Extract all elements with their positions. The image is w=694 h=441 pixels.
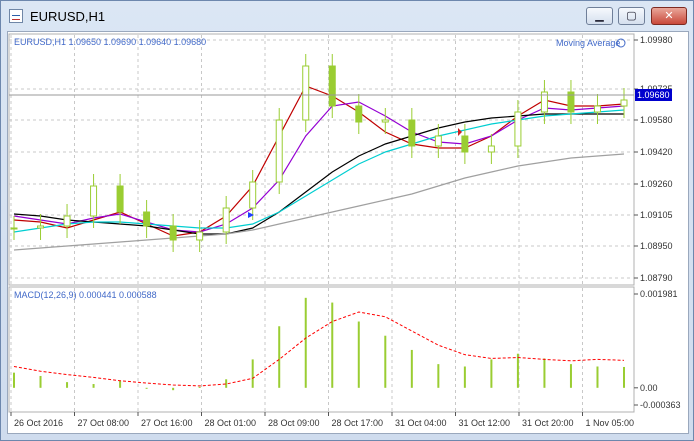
macd-tick-label: -0.000363 (640, 400, 681, 410)
macd-histogram-bar (278, 326, 281, 388)
price-tick-label: 1.08790 (640, 273, 673, 283)
time-axis-label: 27 Oct 16:00 (141, 418, 193, 428)
candle-body (90, 185, 98, 217)
macd-histogram-bar (437, 364, 440, 388)
time-axis-label: 31 Oct 20:00 (522, 418, 574, 428)
time-axis-label: 1 Nov 05:00 (586, 418, 635, 428)
candle-body (222, 207, 230, 233)
price-panel-header: EURUSD,H1 1.09650 1.09690 1.09640 1.0968… (14, 37, 206, 47)
macd-histogram-bar (357, 321, 360, 388)
candle-body (355, 105, 363, 123)
macd-histogram-bar (623, 366, 625, 388)
candle-body (434, 135, 442, 147)
candle-body (593, 105, 601, 113)
indicator-label[interactable]: Moving Average (556, 38, 620, 48)
chart-area[interactable]: EURUSD,H1 1.09650 1.09690 1.09640 1.0968… (7, 31, 689, 434)
candle-body (461, 135, 469, 153)
macd-histogram-bar (543, 358, 546, 388)
macd-histogram-bar (516, 353, 519, 388)
window-title: EURUSD,H1 (30, 9, 106, 24)
candle-body (10, 227, 18, 230)
macd-panel-header: MACD(12,26,9) 0.000441 0.000588 (14, 290, 157, 300)
price-tick-label: 1.09420 (640, 147, 673, 157)
candle-body (302, 65, 310, 121)
macd-histogram-bar (490, 359, 493, 388)
price-tick-label: 1.09105 (640, 210, 673, 220)
time-axis-label: 28 Oct 17:00 (332, 418, 384, 428)
macd-tick-label: 0.00 (640, 383, 658, 393)
chart-svg[interactable]: EURUSD,H1 1.09650 1.09690 1.09640 1.0968… (8, 32, 688, 433)
candle-body (408, 119, 416, 147)
candle-body (514, 111, 522, 147)
macd-histogram-bar (172, 387, 175, 391)
macd-histogram-bar (463, 366, 466, 388)
candle-body (116, 185, 124, 213)
macd-histogram-bar (13, 372, 15, 388)
candle-body (196, 231, 204, 241)
macd-histogram-bar (145, 387, 148, 389)
time-axis-label: 31 Oct 04:00 (395, 418, 447, 428)
close-button[interactable]: ✕ (651, 7, 687, 25)
macd-histogram-bar (596, 366, 599, 388)
time-axis-label: 26 Oct 2016 (14, 418, 63, 428)
time-axis-label: 28 Oct 09:00 (268, 418, 320, 428)
macd-histogram-bar (331, 302, 334, 388)
candle-body (381, 119, 389, 123)
price-tick-label: 1.08950 (640, 241, 673, 251)
macd-histogram-bar (119, 380, 122, 388)
chart-window: EURUSD,H1 ▁ ▢ ✕ EURUSD,H1 1.09650 1.0969… (0, 0, 694, 441)
candle-body (143, 211, 151, 227)
macd-histogram-bar (92, 384, 95, 388)
price-tick-label: 1.09980 (640, 35, 673, 45)
candle-body (37, 225, 45, 229)
candle-body (620, 99, 628, 107)
time-axis-label: 27 Oct 08:00 (78, 418, 130, 428)
chart-window-icon (9, 9, 23, 23)
price-tick-label: 1.09260 (640, 179, 673, 189)
minimize-button[interactable]: ▁ (586, 7, 613, 25)
title-bar[interactable]: EURUSD,H1 ▁ ▢ ✕ (1, 1, 693, 31)
candle-body (487, 145, 495, 153)
macd-histogram-bar (569, 364, 572, 388)
macd-histogram-bar (410, 349, 413, 388)
macd-panel[interactable] (8, 286, 635, 413)
macd-histogram-bar (39, 375, 42, 388)
macd-histogram-bar (66, 382, 69, 388)
price-tick-label: 1.09580 (640, 115, 673, 125)
macd-histogram-bar (251, 359, 254, 388)
macd-histogram-bar (384, 335, 387, 388)
candle-body (249, 181, 257, 209)
time-axis-label: 31 Oct 12:00 (459, 418, 511, 428)
maximize-button[interactable]: ▢ (618, 7, 645, 25)
macd-histogram-bar (225, 379, 228, 388)
candle-body (169, 225, 177, 241)
time-axis-label: 28 Oct 01:00 (205, 418, 257, 428)
macd-tick-label: 0.001981 (640, 289, 678, 299)
candle-body (275, 119, 283, 183)
macd-histogram-bar (198, 386, 201, 388)
candle-body (63, 215, 71, 227)
candle-body (328, 65, 336, 107)
current-price-label: 1.09680 (637, 90, 670, 100)
macd-histogram-bar (304, 297, 307, 388)
price-panel[interactable] (8, 33, 635, 286)
